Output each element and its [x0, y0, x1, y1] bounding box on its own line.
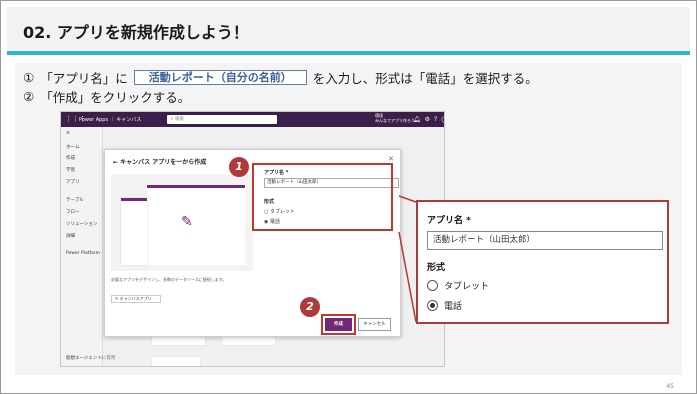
- zoom-radio-tablet[interactable]: タブレット: [427, 279, 489, 292]
- sidebar-item-more[interactable]: 詳細: [66, 233, 75, 239]
- sidebar-item-power-platform[interactable]: Power Platform: [66, 251, 100, 256]
- sidebar-item-flows[interactable]: フロー: [66, 209, 80, 215]
- slide-title: 02. アプリを新規作成しよう！: [23, 23, 249, 42]
- zoomed-form-panel: アプリ名 * 活動レポート（山田太郎） 形式 タブレット 電話: [416, 200, 669, 324]
- zoom-radio-tablet-label: タブレット: [444, 282, 490, 292]
- instruction-step-2: ② 「作成」をクリックする。: [23, 87, 190, 106]
- zoom-app-name-label: アプリ名 *: [427, 216, 471, 226]
- highlight-form-callout: [252, 163, 393, 231]
- step-1-number: ①: [23, 70, 35, 85]
- sidebar-item-learn[interactable]: 学習: [66, 167, 75, 173]
- bell-icon[interactable]: 🔔︎: [413, 116, 425, 123]
- header-icons: 🔔︎⚙?◯: [413, 116, 444, 123]
- step-2-text: 「作成」をクリックする。: [40, 90, 191, 105]
- sidebar-item-solutions[interactable]: ソリューション: [66, 221, 97, 227]
- radio-checked-icon: [427, 300, 438, 311]
- step-2-number: ②: [23, 89, 35, 104]
- close-icon[interactable]: ✕: [388, 155, 394, 163]
- zoom-app-name-input[interactable]: 活動レポート（山田太郎）: [427, 231, 663, 250]
- learn-more-text: キャンバスアプリ: [119, 296, 152, 301]
- power-apps-header: ⋮⋮⋮ Power Apps ｜ キャンバス ⌕ 検索 環境 みんなでアプリ作ろ…: [61, 112, 444, 127]
- highlight-create-callout: [321, 314, 356, 335]
- tablet-preview: [147, 185, 245, 265]
- create-canvas-app-dialog: ← キャンバス アプリを一から作成 ✕ ✎ 必要なアプリをデザインし、多数のデー…: [104, 149, 401, 337]
- page-number: 45: [666, 383, 674, 390]
- sidebar-item-apps[interactable]: アプリ: [66, 179, 80, 185]
- learn-more-link[interactable]: ✎ キャンバスアプリ: [111, 295, 161, 303]
- cancel-button[interactable]: キャンセル: [358, 318, 391, 331]
- dialog-title: ← キャンバス アプリを一から作成: [113, 157, 206, 166]
- menu-icon[interactable]: ≡: [66, 131, 70, 136]
- step-1-text-before: 「アプリ名」に: [40, 71, 128, 86]
- search-input[interactable]: ⌕ 検索: [167, 115, 277, 124]
- app-name-hint-box: 活動レポート（自分の名前）: [133, 70, 307, 85]
- dialog-description: 必要なアプリをデザインし、多数のデータソースに接続します。: [111, 277, 227, 282]
- app-preview-illustration: ✎: [111, 174, 253, 271]
- radio-unchecked-icon: [427, 280, 438, 291]
- sidebar-item-tables[interactable]: テーブル: [66, 197, 84, 203]
- pen-icon: ✎: [181, 214, 193, 230]
- callout-badge-1: 1: [229, 157, 249, 177]
- title-bar: 02. アプリを新規作成しよう！: [7, 7, 690, 51]
- gear-icon[interactable]: ⚙: [425, 116, 434, 123]
- sidebar-item-home[interactable]: ホーム: [66, 144, 79, 150]
- step-1-text-after: を入力し、形式は「電話」を選択する。: [312, 71, 538, 86]
- power-apps-screenshot: ⋮⋮⋮ Power Apps ｜ キャンバス ⌕ 検索 環境 みんなでアプリ作ろ…: [60, 111, 445, 367]
- phone-preview: [121, 198, 147, 265]
- zoom-format-label: 形式: [427, 263, 446, 273]
- avatar-icon[interactable]: ◯: [441, 116, 444, 123]
- power-apps-title: Power Apps ｜ キャンバス: [79, 117, 142, 123]
- instruction-step-1: ① 「アプリ名」に 活動レポート（自分の名前） を入力し、形式は「電話」を選択す…: [23, 68, 538, 87]
- power-apps-sidebar: ≡ ホーム 作成 学習 アプリ テーブル フロー ソリューション 詳細 Powe…: [61, 127, 115, 366]
- title-underline: [7, 51, 690, 55]
- callout-badge-2: 2: [300, 297, 320, 317]
- dialog-title-text: キャンバス アプリを一から作成: [120, 159, 207, 166]
- sidebar-item-create[interactable]: 作成: [66, 155, 75, 161]
- search-placeholder: 検索: [174, 117, 184, 122]
- slide: 02. アプリを新規作成しよう！ ① 「アプリ名」に 活動レポート（自分の名前）…: [0, 0, 697, 394]
- zoom-radio-phone-label: 電話: [444, 302, 463, 312]
- zoom-radio-phone[interactable]: 電話: [427, 299, 462, 312]
